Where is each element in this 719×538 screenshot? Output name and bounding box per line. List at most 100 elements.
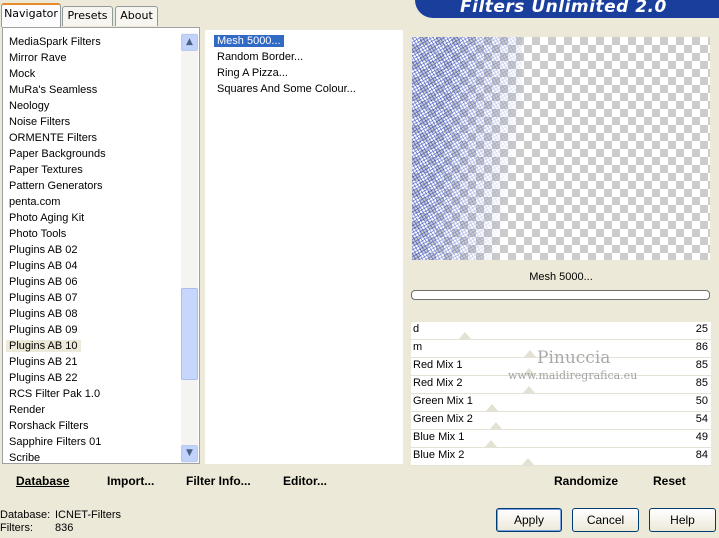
category-item-label: Photo Aging Kit: [9, 212, 85, 224]
scroll-down-icon[interactable]: ▼: [181, 445, 198, 462]
tab-navigator[interactable]: Navigator: [1, 3, 61, 27]
scroll-up-icon[interactable]: ▲: [181, 34, 198, 51]
parameter-label: d: [413, 323, 420, 335]
category-item[interactable]: Plugins AB 21: [6, 354, 81, 370]
category-item[interactable]: MuRa's Seamless: [6, 82, 100, 98]
slider-thumb-icon[interactable]: [524, 350, 536, 357]
category-scrollbar[interactable]: ▲ ▼: [181, 33, 198, 463]
parameter-value: 85: [695, 359, 708, 371]
parameter-value: 85: [695, 377, 708, 389]
category-item[interactable]: Sapphire Filters 01: [6, 434, 104, 450]
scroll-thumb[interactable]: [181, 288, 198, 380]
filter-item-label: Squares And Some Colour...: [217, 83, 356, 95]
category-item[interactable]: Plugins AB 06: [6, 274, 81, 290]
category-item-label: MediaSpark Filters: [9, 36, 101, 48]
parameter-slider[interactable]: Blue Mix 1 49: [411, 430, 711, 448]
parameter-value: 49: [695, 431, 708, 443]
category-item[interactable]: ORMENTE Filters: [6, 130, 100, 146]
status-database-label: Database:: [0, 509, 51, 521]
category-item[interactable]: Plugins AB 09: [6, 322, 81, 338]
filter-name-label: Mesh 5000...: [529, 271, 593, 283]
apply-button[interactable]: Apply: [496, 508, 562, 532]
editor-button[interactable]: Editor...: [283, 474, 327, 488]
filter-info-button[interactable]: Filter Info...: [186, 474, 251, 488]
parameter-slider[interactable]: Green Mix 2 54: [411, 412, 711, 430]
cancel-button[interactable]: Cancel: [572, 508, 639, 532]
database-button[interactable]: Database: [16, 474, 69, 488]
slider-thumb-icon[interactable]: [485, 440, 497, 447]
category-item[interactable]: Photo Aging Kit: [6, 210, 87, 226]
parameter-label: Blue Mix 1: [413, 431, 465, 443]
category-item-label: Sapphire Filters 01: [9, 436, 102, 448]
watermark-name: Pinuccia: [537, 348, 611, 368]
category-item[interactable]: Paper Textures: [6, 162, 86, 178]
filter-item[interactable]: Random Border...: [214, 49, 306, 65]
category-item[interactable]: MediaSpark Filters: [6, 34, 104, 50]
status-filters-label: Filters:: [0, 522, 33, 534]
category-item-label: Scribe: [9, 452, 41, 464]
slider-thumb-icon[interactable]: [522, 458, 534, 465]
status-filters-value: 836: [55, 522, 74, 534]
category-item-label: Plugins AB 04: [9, 260, 78, 272]
category-item-label: Neology: [9, 100, 50, 112]
category-item[interactable]: Plugins AB 08: [6, 306, 81, 322]
category-item[interactable]: Plugins AB 22: [6, 370, 81, 386]
category-item[interactable]: Render: [6, 402, 48, 418]
slider-thumb-icon[interactable]: [459, 332, 471, 339]
parameter-slider[interactable]: Green Mix 1 50: [411, 394, 711, 412]
parameter-slider[interactable]: d 25: [411, 322, 711, 340]
category-item[interactable]: Plugins AB 10: [6, 338, 81, 354]
filter-item[interactable]: Ring A Pizza...: [214, 65, 291, 81]
category-item[interactable]: Paper Backgrounds: [6, 146, 109, 162]
category-item-label: Plugins AB 22: [9, 372, 78, 384]
banner-title: Filters Unlimited 2.0: [460, 0, 667, 17]
reset-button[interactable]: Reset: [653, 474, 686, 488]
parameter-label: Red Mix 1: [413, 359, 463, 371]
right-button-bar: Randomize Reset: [406, 466, 716, 498]
help-button[interactable]: Help: [649, 508, 716, 532]
category-item[interactable]: penta.com: [6, 194, 63, 210]
category-item[interactable]: Noise Filters: [6, 114, 73, 130]
category-item-label: Mirror Rave: [9, 52, 67, 64]
category-item-label: ORMENTE Filters: [9, 132, 97, 144]
filter-item-label: Ring A Pizza...: [217, 67, 288, 79]
parameter-label: Green Mix 2: [413, 413, 473, 425]
category-item[interactable]: Photo Tools: [6, 226, 69, 242]
category-item-label: Noise Filters: [9, 116, 71, 128]
slider-thumb-icon[interactable]: [523, 386, 535, 393]
category-item[interactable]: Mock: [6, 66, 38, 82]
filter-item-label: Random Border...: [217, 51, 304, 63]
filter-preview: [412, 37, 710, 260]
filter-list[interactable]: Mesh 5000... Random Border... Ring A Pizza…: [205, 30, 403, 464]
category-item[interactable]: Pattern Generators: [6, 178, 106, 194]
randomize-button[interactable]: Randomize: [554, 474, 618, 488]
category-item[interactable]: Plugins AB 02: [6, 242, 81, 258]
parameter-label: Green Mix 1: [413, 395, 473, 407]
category-item-label: Paper Textures: [9, 164, 83, 176]
category-item[interactable]: Mirror Rave: [6, 50, 69, 66]
slider-thumb-icon[interactable]: [486, 404, 498, 411]
parameter-value: 84: [695, 449, 708, 461]
category-list[interactable]: MediaSpark Filters Mirror Rave Mock MuRa's …: [2, 27, 200, 464]
tab-about[interactable]: About: [115, 6, 158, 26]
import-button[interactable]: Import...: [107, 474, 154, 488]
mesh-preview-image: [412, 37, 522, 260]
category-item-label: Photo Tools: [9, 228, 67, 240]
tab-presets[interactable]: Presets: [62, 6, 113, 26]
parameter-label: m: [413, 341, 423, 353]
left-button-bar: Database Import... Filter Info... Editor…: [0, 466, 404, 498]
slider-thumb-icon[interactable]: [490, 422, 502, 429]
category-item[interactable]: Plugins AB 07: [6, 290, 81, 306]
category-item-label: Plugins AB 02: [9, 244, 78, 256]
category-item[interactable]: Plugins AB 04: [6, 258, 81, 274]
category-item[interactable]: Neology: [6, 98, 52, 114]
parameter-slider[interactable]: Blue Mix 2 84: [411, 448, 711, 466]
progress-bar: [411, 290, 710, 300]
parameter-value: 50: [695, 395, 708, 407]
filter-item[interactable]: Mesh 5000...: [214, 33, 284, 49]
category-item[interactable]: RCS Filter Pak 1.0: [6, 386, 103, 402]
category-item-label: Plugins AB 08: [9, 308, 78, 320]
category-item[interactable]: Rorshack Filters: [6, 418, 91, 434]
category-item[interactable]: Scribe: [6, 450, 43, 466]
filter-item[interactable]: Squares And Some Colour...: [214, 81, 359, 97]
